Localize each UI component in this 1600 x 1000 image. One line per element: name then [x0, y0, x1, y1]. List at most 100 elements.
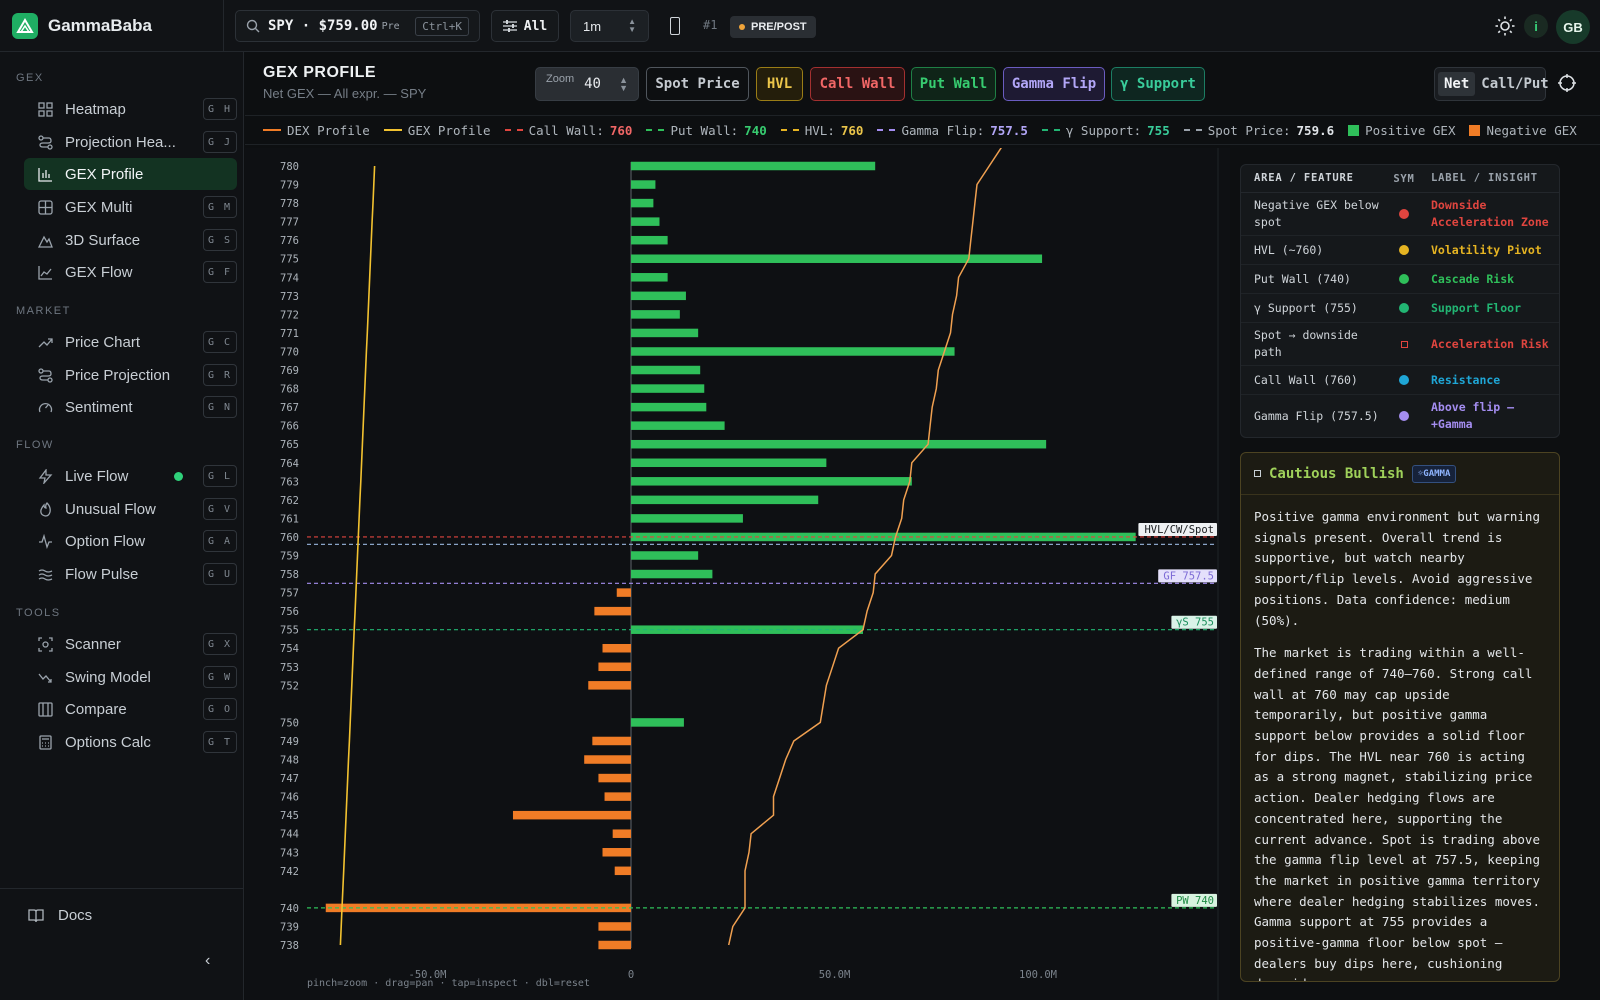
chart-background [245, 148, 1230, 1000]
toggle-gamma-support[interactable]: γ Support [1111, 67, 1205, 101]
grid-icon [38, 102, 53, 117]
y-tick-label: 775 [280, 254, 299, 266]
sidebar-item-docs[interactable]: Docs [28, 907, 92, 924]
sidebar-item-label: Flow Pulse [65, 565, 139, 583]
legend-hvl[interactable]: HVL: 760 [780, 123, 863, 138]
gex-profile-chart[interactable]: 780 779 778 777 776 775 774 773 772 771 770 769 768 7… [245, 148, 1230, 1000]
sidebar-item-live-flow[interactable]: Live Flow G L [24, 460, 237, 492]
legend-gamma-support[interactable]: γ Support: 755 [1041, 123, 1170, 138]
table-header: AREA / FEATURE SYM LABEL / INSIGHT [1241, 165, 1559, 193]
legend-gamma-flip[interactable]: Gamma Flip: 757.5 [877, 123, 1028, 138]
shortcut-badge: G T [203, 731, 237, 753]
y-tick-label: 744 [280, 829, 299, 841]
theme-sun-icon[interactable] [1495, 16, 1515, 36]
logo-icon [12, 13, 38, 39]
level-tag-label: γS 755 [1176, 617, 1214, 629]
y-tick-label: 759 [280, 551, 299, 563]
sliders-icon [502, 20, 517, 32]
gex-bar [598, 940, 631, 950]
toggle-put-wall[interactable]: Put Wall [911, 67, 996, 101]
filter-button[interactable]: All [491, 10, 559, 42]
session-badge[interactable]: PRE/POST [730, 16, 816, 38]
legend-call-wall[interactable]: Call Wall: 760 [504, 123, 632, 138]
interval-select[interactable]: 1m ▲ ▼ [570, 10, 649, 42]
shortcut-badge: G L [203, 465, 237, 487]
sidebar-item-option-flow[interactable]: Option Flow G A [24, 525, 237, 557]
shortcut-badge: G R [203, 364, 237, 386]
sidebar-item-gex-flow[interactable]: GEX Flow G F [24, 256, 237, 288]
insight-detail: The market is trading within a well-defi… [1254, 645, 1540, 981]
sidebar-item-flow-pulse[interactable]: Flow Pulse G U [24, 558, 237, 590]
dot-marker-icon [1399, 411, 1409, 421]
legend-negative[interactable]: Negative GEX [1469, 123, 1577, 138]
sidebar-item-label: GEX Flow [65, 263, 133, 281]
sidebar-item-projection-hea[interactable]: Projection Hea... G J [24, 126, 237, 158]
y-tick-label: 745 [280, 810, 299, 822]
table-row[interactable]: γ Support (755) Support Floor [1241, 294, 1559, 323]
feature-area: Negative GEX below spot [1254, 198, 1379, 229]
legend-gex[interactable]: GEX Profile [383, 123, 491, 138]
sidebar-item-scanner[interactable]: Scanner G X [24, 628, 237, 660]
gex-bar [598, 773, 631, 783]
sidebar-item-price-projection[interactable]: Price Projection G R [24, 359, 237, 391]
shortcut-badge: G U [203, 563, 237, 585]
sidebar-item-options-calc[interactable]: Options Calc G T [24, 726, 237, 758]
sidebar-item-label: Price Projection [65, 366, 171, 384]
mountain-icon [38, 235, 53, 248]
table-row[interactable]: Negative GEX below spot Downside Accelera… [1241, 193, 1559, 236]
checkbox-icon[interactable] [1254, 470, 1261, 477]
avatar[interactable]: GB [1556, 10, 1590, 44]
insight-summary: Positive gamma environment but warning s… [1254, 509, 1540, 628]
search-icon [246, 19, 260, 33]
y-tick-label: 746 [280, 792, 299, 804]
sidebar-item-price-chart[interactable]: Price Chart G C [24, 326, 237, 358]
table-row[interactable]: Put Wall (740) Cascade Risk [1241, 265, 1559, 294]
table-row[interactable]: HVL (~760) Volatility Pivot [1241, 236, 1559, 265]
table-row[interactable]: Spot → downside path Acceleration Risk [1241, 323, 1559, 366]
sidebar-item-compare[interactable]: Compare G O [24, 693, 237, 725]
sidebar-item-gex-multi[interactable]: GEX Multi G M [24, 191, 237, 223]
toggle-hvl[interactable]: HVL [756, 67, 803, 101]
brand[interactable]: GammaBaba [12, 13, 152, 39]
shortcut-badge: G S [203, 229, 237, 251]
legend-spot[interactable]: Spot Price: 759.6 [1183, 123, 1334, 138]
sidebar-item-gex-profile[interactable]: GEX Profile [24, 158, 237, 190]
sidebar-item-sentiment[interactable]: Sentiment G N [24, 391, 237, 423]
table-row[interactable]: Gamma Flip (757.5) Above flip — +Gamma [1241, 395, 1559, 437]
sidebar-item-3d-surface[interactable]: 3D Surface G S [24, 224, 237, 256]
crosshair-icon[interactable] [1558, 74, 1576, 92]
shortcut-badge: G V [203, 498, 237, 520]
mobile-icon[interactable] [670, 17, 680, 35]
toggle-gamma-flip[interactable]: Gamma Flip [1003, 67, 1105, 101]
shortcut-badge: G X [203, 633, 237, 655]
ticker-search[interactable]: SPY · $759.00 Pre Ctrl+K [235, 10, 480, 42]
legend-dex[interactable]: DEX Profile [263, 123, 370, 138]
zoom-stepper[interactable]: Zoom 40 ▲ ▼ [535, 67, 639, 101]
toggle-call-wall[interactable]: Call Wall [810, 67, 905, 101]
sidebar-item-label: Sentiment [65, 398, 133, 416]
y-tick-label: 768 [280, 384, 299, 396]
feature-area: Gamma Flip (757.5) [1254, 408, 1379, 423]
header-label: LABEL / INSIGHT [1431, 172, 1538, 184]
sidebar-item-unusual-flow[interactable]: Unusual Flow G V [24, 493, 237, 525]
gex-bar [588, 681, 631, 690]
mode-call-put[interactable]: Call/Put [1479, 72, 1550, 96]
updown-icon: ▲ ▼ [628, 17, 636, 34]
sidebar-item-heatmap[interactable]: Heatmap G H [24, 93, 237, 125]
table-row[interactable]: Call Wall (760) Resistance [1241, 366, 1559, 395]
info-button[interactable]: i [1524, 14, 1548, 38]
insight-title: Cautious Bullish [1269, 465, 1404, 482]
gex-bar [631, 291, 686, 301]
sidebar-item-swing-model[interactable]: Swing Model G W [24, 661, 237, 693]
collapse-sidebar-icon[interactable]: ‹ [205, 952, 210, 970]
y-tick-label: 758 [280, 569, 299, 581]
legend-positive[interactable]: Positive GEX [1348, 123, 1455, 138]
gex-bar [631, 347, 955, 356]
shortcut-badge: G W [203, 666, 237, 688]
toggle-spot-price[interactable]: Spot Price [646, 67, 749, 101]
legend-put-wall[interactable]: Put Wall: 740 [646, 123, 767, 138]
gamma-badge: ☼GAMMA [1411, 464, 1457, 483]
mode-net[interactable]: Net [1438, 72, 1476, 96]
y-tick-label: 764 [280, 458, 299, 470]
swing-icon [38, 673, 52, 683]
